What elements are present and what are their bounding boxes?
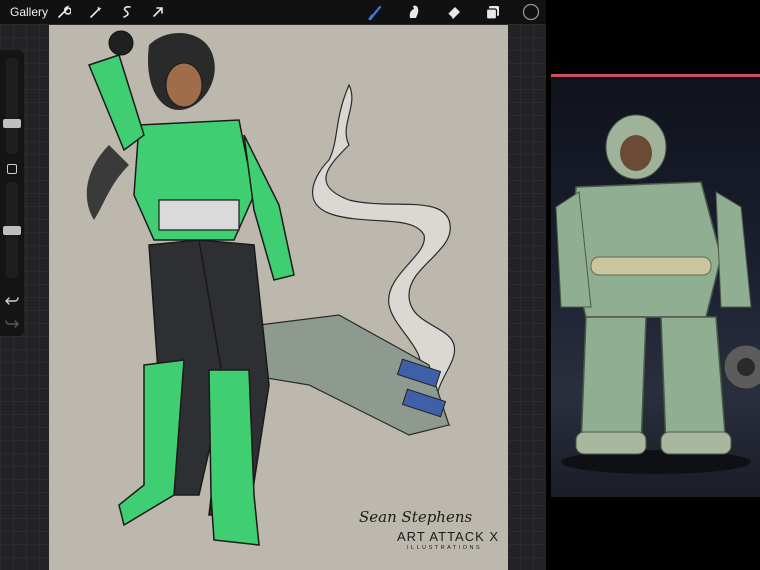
brush-size-slider[interactable] xyxy=(6,58,18,154)
brush-icon[interactable] xyxy=(367,3,385,21)
transform-arrow-icon[interactable] xyxy=(149,3,167,21)
reference-character-render xyxy=(555,114,760,474)
reference-image[interactable] xyxy=(551,74,760,497)
left-sidebar xyxy=(0,50,24,336)
smudge-icon[interactable] xyxy=(405,3,423,21)
gallery-button[interactable]: Gallery xyxy=(10,5,48,19)
wrench-icon[interactable] xyxy=(55,3,73,21)
opacity-thumb[interactable] xyxy=(3,225,21,235)
selection-icon[interactable] xyxy=(118,3,136,21)
drawing-canvas[interactable] xyxy=(49,25,508,570)
layers-icon[interactable] xyxy=(484,3,502,21)
modify-button[interactable] xyxy=(7,164,17,174)
artwork-illustration xyxy=(86,30,456,546)
watermark-title: ART ATTACK X xyxy=(397,529,500,544)
artist-signature: Sean Stephens xyxy=(359,508,473,526)
magic-wand-icon[interactable] xyxy=(87,3,105,21)
brush-size-thumb[interactable] xyxy=(3,118,21,128)
color-swatch-icon[interactable] xyxy=(522,3,540,21)
top-toolbar: Gallery xyxy=(0,0,546,24)
redo-icon[interactable] xyxy=(5,316,19,330)
eraser-icon[interactable] xyxy=(445,3,463,21)
watermark-subtitle: ILLUSTRATIONS xyxy=(407,545,483,551)
artist-watermark: Sean Stephens ART ATTACK X ILLUSTRATIONS xyxy=(345,508,505,558)
undo-icon[interactable] xyxy=(5,293,19,307)
